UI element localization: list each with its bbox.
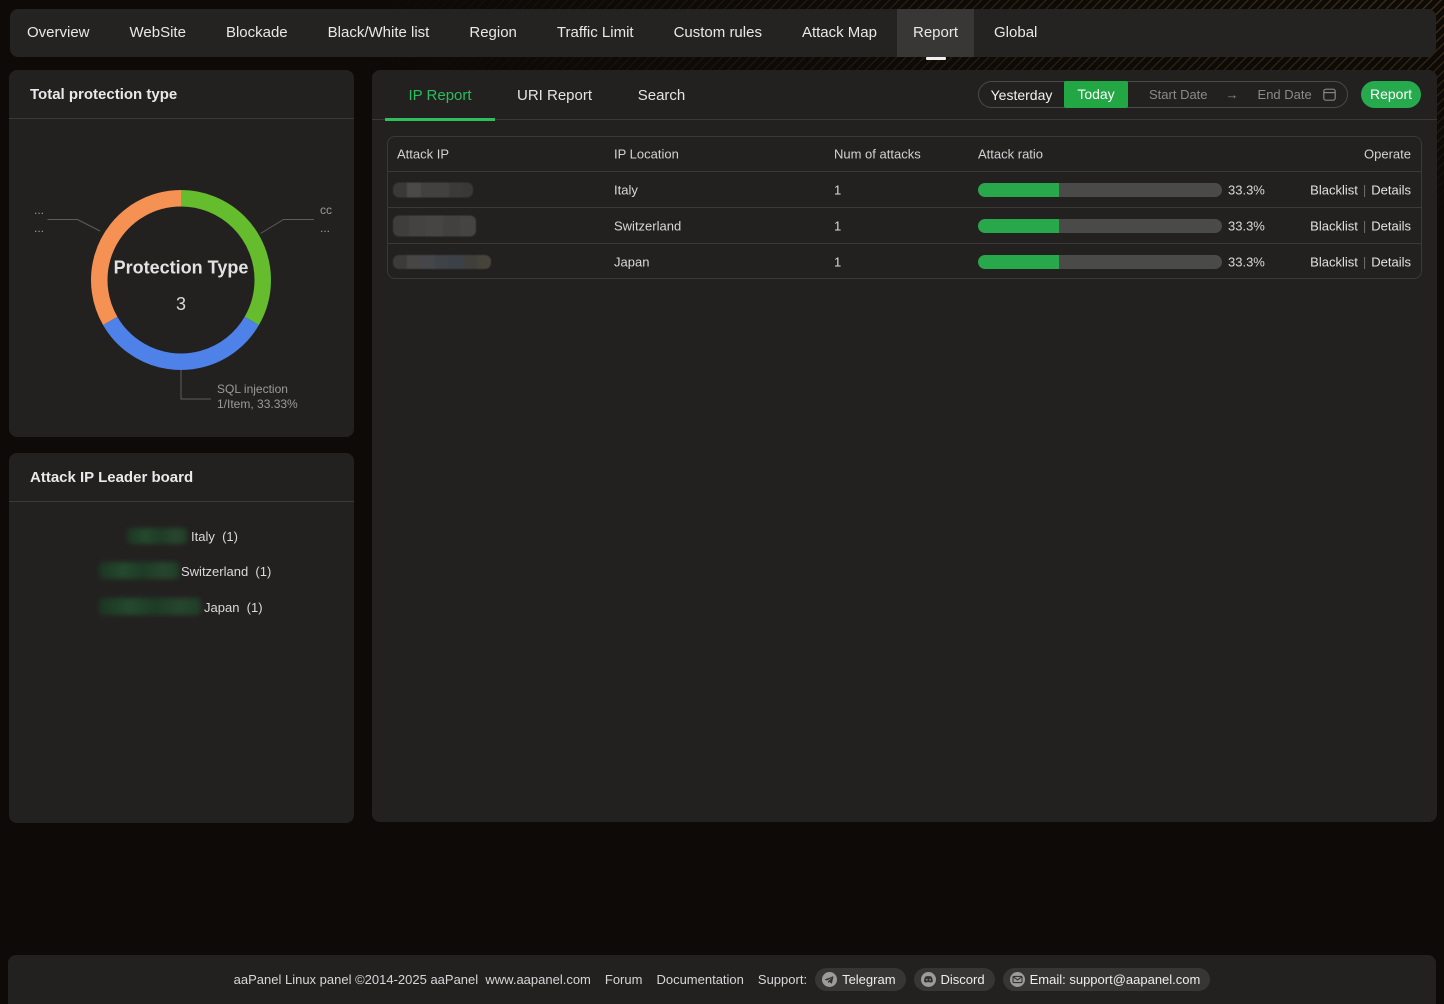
svg-text:...: ...	[34, 203, 44, 217]
svg-text:...: ...	[320, 221, 330, 235]
svg-text:3: 3	[176, 294, 186, 314]
svg-text:1/Item, 33.33%: 1/Item, 33.33%	[217, 397, 298, 411]
svg-text:Protection Type: Protection Type	[114, 258, 249, 278]
svg-text:cc: cc	[320, 203, 332, 217]
svg-text:SQL injection: SQL injection	[217, 382, 288, 396]
svg-text:...: ...	[34, 221, 44, 235]
